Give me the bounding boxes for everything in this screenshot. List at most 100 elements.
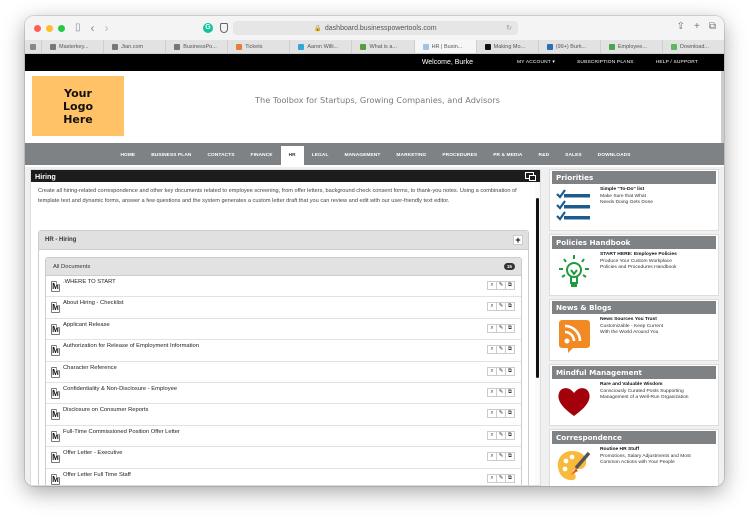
nav-item-business-plan[interactable]: BUSINESS PLAN	[143, 146, 199, 165]
widget-heading[interactable]: Rare and Valuable Wisdom	[600, 382, 662, 387]
privacy-shield-icon[interactable]	[220, 23, 228, 33]
browser-tab[interactable]: What is a...	[351, 40, 413, 53]
nav-item-legal[interactable]: LEGAL	[304, 146, 337, 165]
widget-news-blogs[interactable]: News & Blogs News Sources You Trust Custom…	[549, 299, 719, 361]
pinned-tab[interactable]	[25, 40, 41, 53]
popout-window-icon[interactable]	[525, 172, 536, 181]
palette-icon	[556, 447, 594, 486]
widget-heading[interactable]: Routine HR Stuff	[600, 447, 639, 452]
share-icon[interactable]: ⇪	[677, 21, 685, 32]
open-external-icon[interactable]: ⧉	[505, 473, 515, 483]
nav-item-hr[interactable]: HR	[280, 146, 304, 165]
browser-tab[interactable]: Employee...	[599, 40, 662, 53]
document-title[interactable]: Character Reference	[63, 365, 117, 371]
logo-line: Here	[63, 112, 93, 126]
widget-heading[interactable]: Simple "To-Do" list	[600, 187, 644, 192]
open-external-icon[interactable]: ⧉	[505, 387, 515, 397]
widget-policies-handbook[interactable]: Policies Handbook START HERE: Employee Po…	[549, 234, 719, 296]
subscription-plans-link[interactable]: SUBSCRIPTION PLANS	[577, 60, 634, 65]
open-external-icon[interactable]: ⧉	[505, 430, 515, 440]
forward-icon[interactable]: ›	[105, 22, 109, 34]
document-title[interactable]: .WHERE TO START	[63, 279, 116, 285]
browser-tab[interactable]: Download...	[661, 40, 724, 53]
scrollbar[interactable]	[535, 182, 540, 485]
open-external-icon[interactable]: ⧉	[505, 323, 515, 333]
open-external-icon[interactable]: ⧉	[505, 281, 515, 290]
new-tab-icon[interactable]: +	[694, 21, 700, 32]
hr-hiring-panel: HR - Hiring + All Documents 15 M .WHERE T…	[38, 230, 529, 485]
document-title[interactable]: Disclosure on Consumer Reports	[63, 407, 148, 413]
nav-item-home[interactable]: HOME	[112, 146, 143, 165]
widget-priorities[interactable]: Priorities Simple "To-Do" list Make Sure t…	[549, 169, 719, 231]
browser-tab[interactable]: BusinessPo...	[165, 40, 227, 53]
document-title[interactable]: About Hiring - Checklist	[63, 300, 124, 306]
document-title[interactable]: Offer Letter - Executive	[63, 450, 123, 456]
panel-header[interactable]: HR - Hiring +	[39, 231, 528, 250]
document-title[interactable]: Applicant Release	[63, 322, 110, 328]
document-title[interactable]: Full-Time Commissioned Position Offer Le…	[63, 429, 180, 435]
document-title[interactable]: Authorization for Release of Employment …	[63, 343, 199, 349]
document-row[interactable]: M Character Reference ⌕ ✎ ⧉	[46, 361, 521, 383]
address-bar[interactable]: 🔒 dashboard.businesspowertools.com ↻	[233, 21, 518, 35]
sidebar: Priorities Simple "To-Do" list Make Sure t…	[549, 169, 719, 486]
nav-item-management[interactable]: MANAGEMENT	[336, 146, 388, 165]
widget-line: Common Actions with Your People	[600, 460, 675, 466]
my-account-menu[interactable]: MY ACCOUNT ▾	[517, 60, 555, 65]
document-title[interactable]: Offer Letter Full Time Staff	[63, 472, 131, 478]
nav-item-procedures[interactable]: PROCEDURES	[434, 146, 485, 165]
close-window-button[interactable]	[34, 24, 41, 32]
document-row[interactable]: M Offer Letter Full Time Staff ⌕ ✎ ⧉	[46, 469, 521, 486]
logo[interactable]: Your Logo Here	[32, 76, 124, 136]
zoom-window-button[interactable]	[58, 24, 65, 32]
document-m-icon: M	[51, 302, 60, 314]
nav-item-sales[interactable]: SALES	[557, 146, 590, 165]
document-row[interactable]: M Disclosure on Consumer Reports ⌕ ✎ ⧉	[46, 404, 521, 426]
document-m-icon: M	[51, 323, 60, 335]
nav-item-pr-media[interactable]: PR & MEDIA	[485, 146, 530, 165]
browser-tab[interactable]: (99+) Burk...	[537, 40, 600, 53]
widget-title: Correspondence	[552, 431, 716, 444]
browser-tab[interactable]: Aaron Willi...	[289, 40, 351, 53]
document-row[interactable]: M Offer Letter - Executive ⌕ ✎ ⧉	[46, 447, 521, 469]
hiring-section: Hiring Create all hiring-related corresp…	[30, 169, 541, 486]
open-external-icon[interactable]: ⧉	[505, 409, 515, 419]
scrollbar-thumb[interactable]	[536, 198, 539, 378]
open-external-icon[interactable]: ⧉	[505, 366, 515, 376]
nav-item-marketing[interactable]: MARKETING	[388, 146, 434, 165]
widget-correspondence[interactable]: Correspondence Routine HR Stuff Promotions…	[549, 429, 719, 486]
tab-overview-icon[interactable]: ⧉	[709, 21, 716, 32]
browser-tab[interactable]: Jian.com	[103, 40, 165, 53]
document-row[interactable]: M Authorization for Release of Employment…	[46, 340, 521, 362]
browser-tab[interactable]: HR | Busin...	[413, 40, 476, 53]
grammarly-extension-icon[interactable]: G	[203, 23, 213, 33]
document-row[interactable]: M Confidentiality & Non-Disclosure - Empl…	[46, 383, 521, 405]
browser-tab[interactable]: Tickets	[227, 40, 289, 53]
tab-label: What is a...	[369, 43, 397, 50]
nav-item-downloads[interactable]: DOWNLOADS	[590, 146, 639, 165]
documents-header: All Documents 15	[46, 258, 521, 276]
lightbulb-icon	[556, 252, 594, 292]
open-external-icon[interactable]: ⧉	[505, 345, 515, 355]
document-row[interactable]: M About Hiring - Checklist ⌕ ✎ ⧉	[46, 297, 521, 319]
browser-tab[interactable]: Making Mo...	[475, 40, 538, 53]
expand-plus-icon[interactable]: +	[513, 235, 523, 245]
open-external-icon[interactable]: ⧉	[505, 302, 515, 312]
widget-mindful-management[interactable]: Mindful Management Rare and Valuable Wisd…	[549, 364, 719, 426]
minimize-window-button[interactable]	[46, 24, 53, 32]
widget-heading[interactable]: START HERE: Employee Policies	[600, 252, 677, 257]
widget-heading[interactable]: News Sources You Trust	[600, 317, 657, 322]
document-row[interactable]: M Full-Time Commissioned Position Offer L…	[46, 426, 521, 448]
sidebar-toggle-icon[interactable]: ▯	[75, 23, 81, 33]
nav-item-contacts[interactable]: CONTACTS	[199, 146, 242, 165]
reload-icon[interactable]: ↻	[506, 24, 512, 32]
document-row[interactable]: M .WHERE TO START ⌕ ✎ ⧉	[46, 276, 521, 298]
document-title[interactable]: Confidentiality & Non-Disclosure - Emplo…	[63, 386, 177, 392]
help-support-link[interactable]: HELP / SUPPORT	[656, 60, 698, 65]
nav-item-finance[interactable]: FINANCE	[243, 146, 281, 165]
browser-tab[interactable]: Masterkey...	[41, 40, 103, 53]
open-external-icon[interactable]: ⧉	[505, 452, 515, 462]
back-icon[interactable]: ‹	[91, 22, 95, 34]
nav-item-r-d[interactable]: R&D	[530, 146, 557, 165]
document-row[interactable]: M Applicant Release ⌕ ✎ ⧉	[46, 318, 521, 341]
tab-label: HR | Busin...	[431, 43, 463, 50]
